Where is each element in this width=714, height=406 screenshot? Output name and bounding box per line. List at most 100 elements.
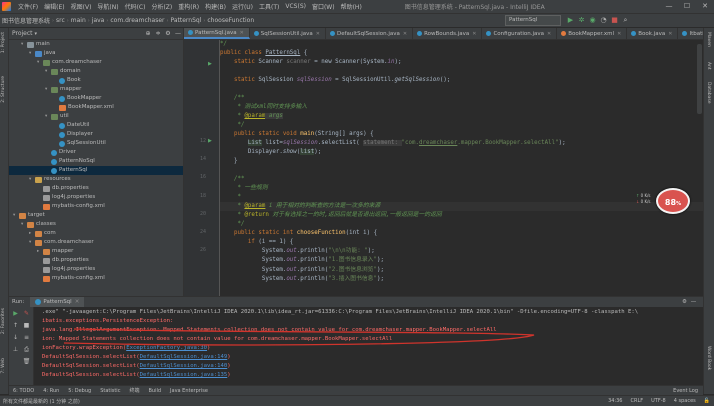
profile-icon[interactable]: ◔: [598, 14, 609, 26]
menu-build[interactable]: 构建(B): [202, 2, 229, 11]
maven-tool-tab[interactable]: Maven: [706, 32, 711, 47]
trash-icon[interactable]: 🗑: [22, 357, 31, 366]
menu-navigate[interactable]: 导航(N): [94, 2, 121, 11]
stack-link[interactable]: DefaultSqlSession.java:140: [140, 363, 228, 369]
breadcrumb-main[interactable]: main: [69, 17, 88, 24]
search-icon[interactable]: ⌕: [620, 14, 631, 26]
terminal-tool-button[interactable]: 终端: [129, 387, 139, 394]
code-editor[interactable]: */ public class PatternSql { static Scan…: [220, 40, 703, 296]
close-tab-icon[interactable]: ✕: [240, 28, 244, 39]
memory-usage-ball[interactable]: 88%: [656, 188, 690, 214]
gear-icon[interactable]: ⚙: [680, 299, 689, 305]
tree-item[interactable]: PatternNoSql: [9, 157, 183, 166]
editor-scrollbar[interactable]: [697, 44, 702, 114]
word-book-tool-tab[interactable]: Word Book: [706, 346, 711, 370]
menu-vcs[interactable]: VCS(S): [282, 3, 309, 10]
stop-icon[interactable]: ■: [609, 14, 620, 26]
hide-icon[interactable]: —: [689, 299, 698, 305]
database-tool-tab[interactable]: Database: [706, 82, 711, 103]
collapse-icon[interactable]: ≑: [153, 30, 163, 37]
editor-tab[interactable]: Configuration.java ✕: [482, 28, 558, 39]
stack-link[interactable]: ExceptionFactory.java:30: [126, 345, 207, 351]
edit-icon[interactable]: ✎: [22, 309, 31, 318]
run-icon[interactable]: ▶: [565, 14, 576, 26]
tree-item[interactable]: ▾ main: [9, 40, 183, 49]
web-tool-tab[interactable]: 7: Web: [1, 358, 6, 374]
file-encoding[interactable]: UTF-8: [651, 398, 666, 404]
editor-tab[interactable]: DefaultSqlSession.java ✕: [326, 28, 414, 39]
statistic-tool-button[interactable]: Statistic: [100, 388, 120, 394]
arrow-down-icon[interactable]: ↓: [11, 333, 20, 342]
pin-icon[interactable]: ⊥: [11, 345, 20, 354]
indent-setting[interactable]: 4 spaces: [674, 398, 696, 404]
breadcrumb-src[interactable]: src: [54, 17, 67, 24]
arrow-up-icon[interactable]: ↑: [11, 321, 20, 330]
maximize-icon[interactable]: ☐: [678, 0, 696, 13]
run-tab[interactable]: PatternSql ✕: [30, 296, 85, 308]
close-tab-icon[interactable]: ✕: [547, 28, 551, 39]
todo-tool-button[interactable]: 6: TODO: [13, 388, 34, 394]
menu-code[interactable]: 代码(C): [122, 2, 149, 11]
tree-item[interactable]: db.properties: [9, 184, 183, 193]
tree-item[interactable]: ▾ target: [9, 211, 183, 220]
menu-file[interactable]: 文件(F): [15, 2, 41, 11]
menu-help[interactable]: 帮助(H): [338, 2, 365, 11]
tree-item[interactable]: SqlSessionUtil: [9, 139, 183, 148]
chevron-down-icon[interactable]: ▾: [35, 31, 38, 37]
lock-icon[interactable]: 🔓: [704, 398, 710, 404]
java-enterprise-tool-button[interactable]: Java Enterprise: [170, 388, 208, 394]
tree-item[interactable]: Displayer: [9, 130, 183, 139]
debug-icon[interactable]: ✲: [576, 14, 587, 26]
close-tab-icon[interactable]: ✕: [668, 28, 672, 39]
tree-item[interactable]: BookMapper.xml: [9, 103, 183, 112]
tree-item[interactable]: ▾ mapper: [9, 85, 183, 94]
close-icon[interactable]: ✕: [696, 0, 714, 13]
line-separator[interactable]: CRLF: [631, 398, 644, 404]
tree-item[interactable]: PatternSql: [9, 166, 183, 175]
menu-tools[interactable]: 工具(T): [256, 2, 282, 11]
locate-icon[interactable]: ⊕: [143, 30, 153, 37]
close-tab-icon[interactable]: ✕: [316, 28, 320, 39]
stack-link[interactable]: DefaultSqlSession.java:135: [140, 372, 228, 378]
close-tab-icon[interactable]: ✕: [472, 28, 476, 39]
console-output[interactable]: .exe" "-javaagent:C:\Program Files\JetBr…: [34, 307, 703, 385]
close-tab-icon[interactable]: ✕: [617, 28, 621, 39]
tree-item[interactable]: DateUtil: [9, 121, 183, 130]
tree-item[interactable]: Book: [9, 76, 183, 85]
menu-view[interactable]: 视图(V): [68, 2, 95, 11]
editor-tab[interactable]: RowBounds.java ✕: [413, 28, 483, 39]
tree-item[interactable]: mybatis-config.xml: [9, 202, 183, 211]
tree-item[interactable]: ▾ classes: [9, 220, 183, 229]
minimize-icon[interactable]: —: [660, 0, 678, 13]
breadcrumb-project[interactable]: 图书信息管理系统: [0, 16, 52, 25]
tree-item[interactable]: log4j.properties: [9, 193, 183, 202]
breadcrumb-method[interactable]: chooseFunction: [205, 17, 256, 24]
caret-position[interactable]: 34:36: [608, 398, 622, 404]
tree-item[interactable]: BookMapper: [9, 94, 183, 103]
tree-item[interactable]: Driver: [9, 148, 183, 157]
structure-tool-tab[interactable]: 2: Structure: [1, 76, 6, 103]
editor-tab[interactable]: PatternSql.java ✕: [184, 28, 250, 39]
run-gutter-icon[interactable]: ▶: [208, 138, 212, 144]
tree-item[interactable]: ▾ com.dreamchaser: [9, 238, 183, 247]
favorites-tool-tab[interactable]: 2: Favorites: [1, 308, 6, 334]
tree-item[interactable]: mybatis-config.xml: [9, 274, 183, 283]
run-tool-button[interactable]: 4: Run: [43, 388, 59, 394]
stack-link[interactable]: DefaultSqlSession.java:149: [140, 354, 228, 360]
breadcrumb-java[interactable]: java: [90, 17, 107, 24]
tree-item[interactable]: ▾ com.dreamchaser: [9, 58, 183, 67]
breadcrumb-package[interactable]: com.dreamchaser: [108, 17, 166, 24]
print-icon[interactable]: ⎙: [22, 345, 31, 354]
editor-tab[interactable]: BookMapper.xml ✕: [557, 28, 628, 39]
rerun-icon[interactable]: ▶: [11, 309, 20, 318]
tree-item[interactable]: ▾ util: [9, 112, 183, 121]
tree-item[interactable]: ▾ resources: [9, 175, 183, 184]
breadcrumb-class[interactable]: PatternSql: [169, 17, 204, 24]
tree-item[interactable]: ▸ com: [9, 229, 183, 238]
menu-refactor[interactable]: 重构(R): [175, 2, 202, 11]
gear-icon[interactable]: ⚙: [163, 30, 173, 37]
coverage-icon[interactable]: ◉: [587, 14, 598, 26]
tree-item[interactable]: db.properties: [9, 256, 183, 265]
tree-item[interactable]: log4j.properties: [9, 265, 183, 274]
event-log-button[interactable]: Event Log: [673, 388, 698, 394]
